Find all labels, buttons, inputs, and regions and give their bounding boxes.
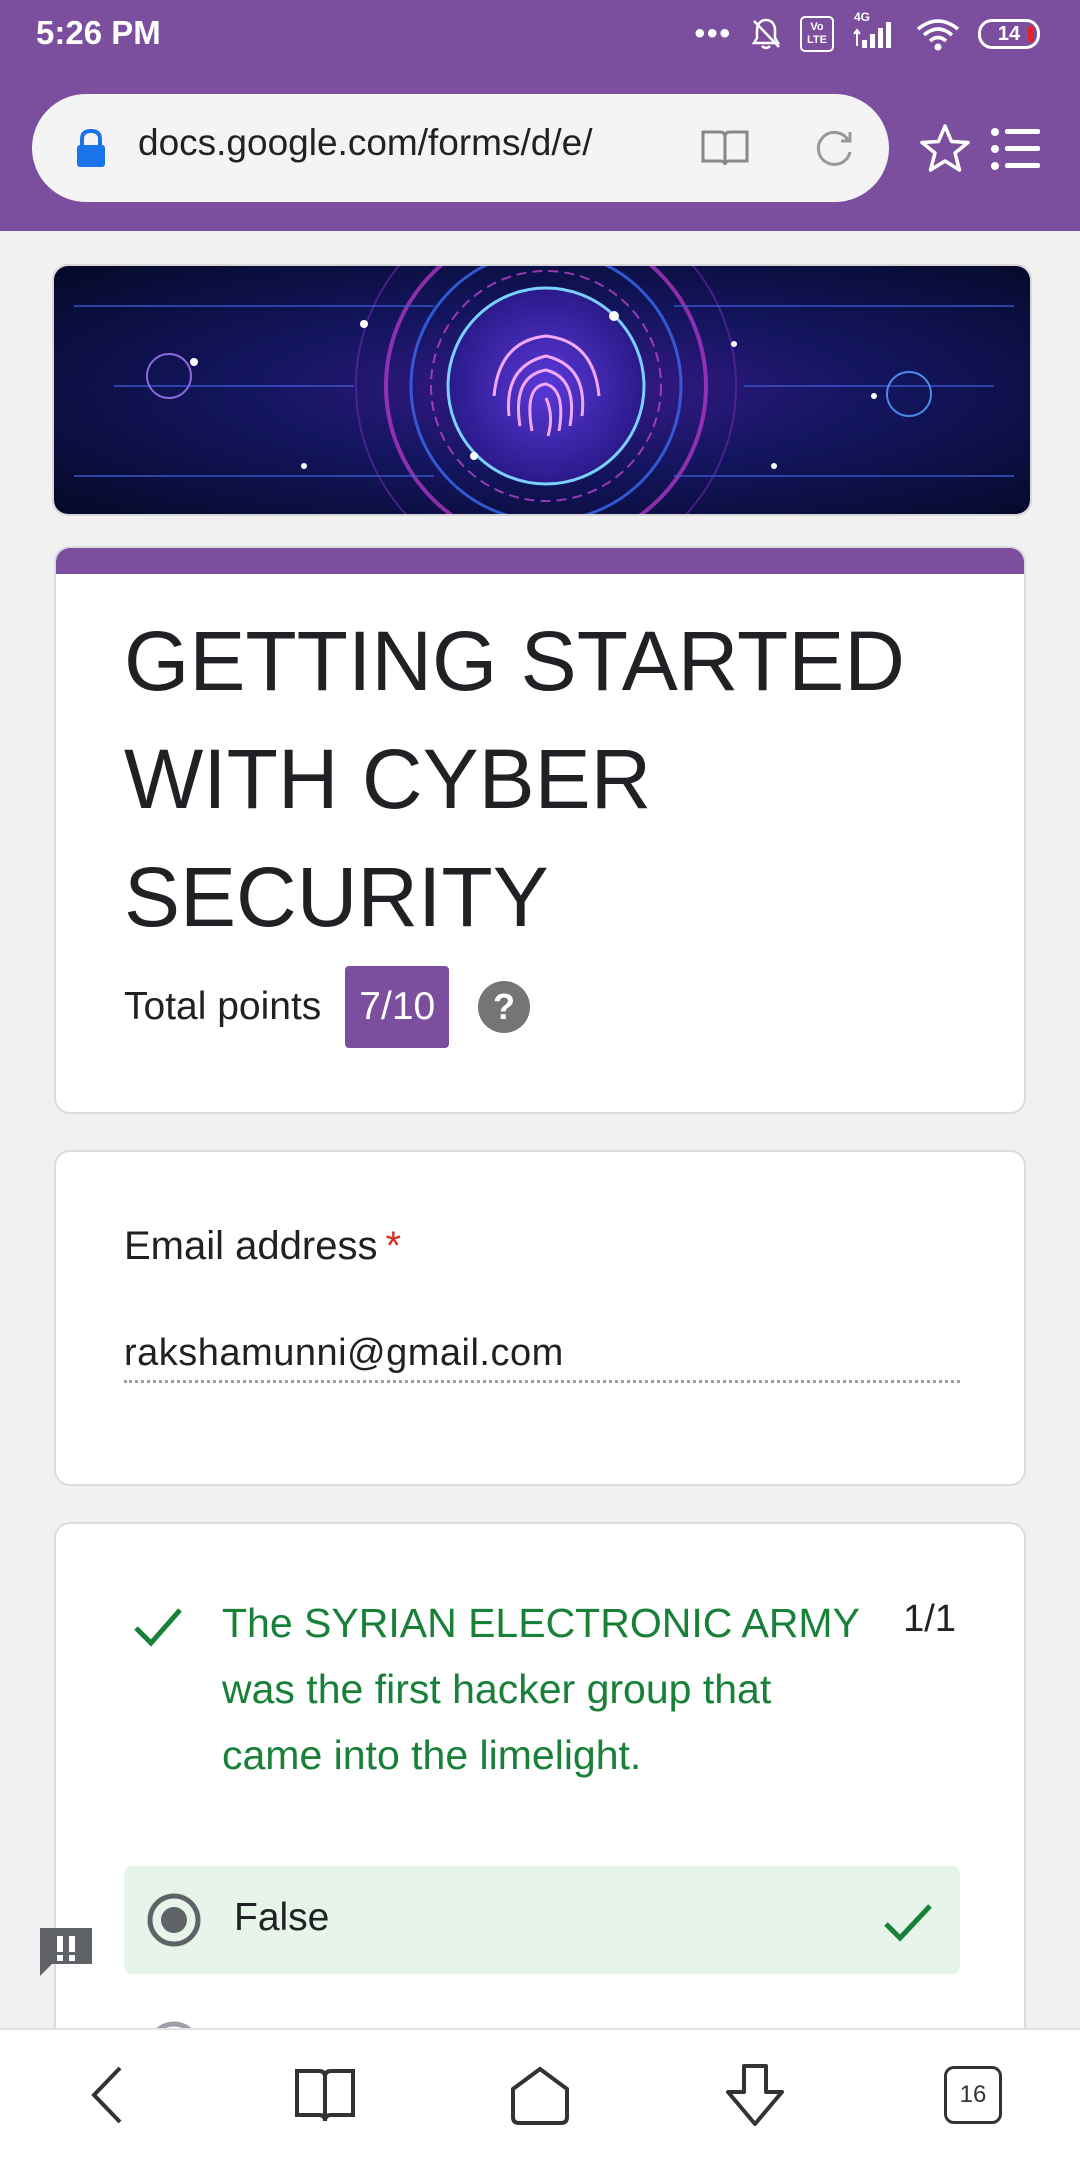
download-arrow-icon [726,2064,784,2126]
tabs-count: 16 [944,2066,1002,2124]
radio-selected-icon [147,1893,201,1947]
status-time: 5:26 PM [36,14,161,51]
bell-off-icon [750,17,782,51]
browser-toolbar: docs.google.com/forms/d/e/ [0,70,1080,231]
correct-check-icon [134,1608,182,1647]
question-text: The SYRIAN ELECTRONIC ARMY was the first… [222,1600,860,1778]
total-points-label: Total points [124,985,322,1028]
bookmark-star-icon[interactable] [918,122,972,176]
reload-icon[interactable] [812,126,856,170]
address-bar[interactable]: docs.google.com/forms/d/e/ [32,94,889,202]
email-question-card: Email address * rakshamunni@gmail.com [54,1150,1026,1486]
lock-icon [77,128,105,167]
bookmarks-button[interactable] [290,2060,360,2130]
volte-icon: Vo LTE [800,16,834,52]
question-card: The SYRIAN ELECTRONIC ARMY was the first… [54,1522,1026,2042]
back-button[interactable] [72,2060,142,2130]
back-arrow-icon [91,2066,122,2124]
svg-text:?: ? [493,986,515,1027]
question-score: 1/1 [903,1598,956,1640]
option-false-selected: False [124,1866,960,1974]
status-bar: 5:26 PM ••• Vo LTE 4G 14 [0,0,1080,70]
total-points-row: Total points 7/10 ? [124,966,531,1048]
fingerprint-banner-image [54,266,1030,514]
signal-icon: 4G [852,10,898,50]
status-icons: ••• Vo LTE 4G 14 [694,10,1040,54]
accent-strip [56,548,1024,574]
report-feedback-icon[interactable] [36,1924,96,1980]
form-title-card: GETTING STARTED WITH CYBER SECURITY Tota… [54,546,1026,1114]
email-underline [124,1380,960,1383]
downloads-button[interactable] [720,2060,790,2130]
more-notifications-icon: ••• [694,17,732,50]
total-points-badge: 7/10 [345,966,450,1048]
battery-icon: 14 [978,19,1040,49]
help-icon[interactable]: ? [477,980,531,1034]
email-label: Email address * [124,1224,402,1268]
wifi-icon [916,17,960,51]
correct-answer-check-icon [884,1904,932,1942]
email-response: rakshamunni@gmail.com [124,1332,564,1374]
browser-bottom-nav: 16 [0,2028,1080,2162]
required-asterisk: * [385,1224,402,1268]
option-label: False [234,1896,330,1939]
form-header-image [52,264,1032,516]
book-icon [295,2069,355,2122]
reader-mode-icon[interactable] [700,128,750,168]
url-text[interactable]: docs.google.com/forms/d/e/ [138,122,593,164]
home-icon [511,2066,569,2125]
menu-list-icon[interactable] [990,126,1042,172]
tabs-button[interactable]: 16 [938,2060,1008,2130]
form-title: GETTING STARTED WITH CYBER SECURITY [124,614,905,944]
home-button[interactable] [505,2060,575,2130]
